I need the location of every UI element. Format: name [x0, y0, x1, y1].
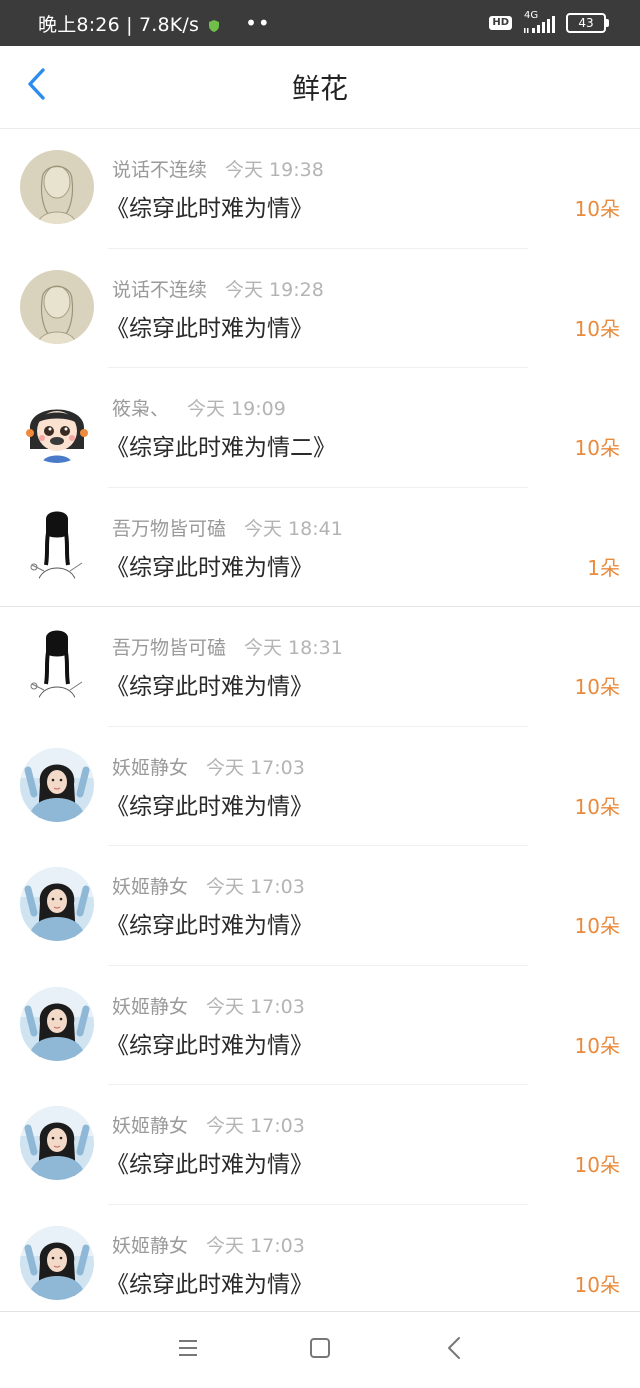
list-item[interactable]: 说话不连续 今天 19:38 《综穿此时难为情》 10朵 [0, 129, 640, 249]
user-name: 吾万物皆可磕 [112, 637, 227, 659]
menu-button[interactable] [168, 1330, 208, 1370]
list-item[interactable]: 妖姬静女 今天 17:03 《综穿此时难为情》 10朵 [0, 1085, 640, 1205]
list-item[interactable]: 吾万物皆可磕 今天 18:31 《综穿此时难为情》 10朵 [0, 607, 640, 727]
book-title[interactable]: 《综穿此时难为情》 [106, 787, 313, 821]
avatar[interactable] [20, 269, 94, 344]
avatar[interactable] [20, 986, 94, 1061]
list-item[interactable]: 说话不连续 今天 19:28 《综穿此时难为情》 10朵 [0, 249, 640, 368]
timestamp: 今天 18:31 [244, 637, 343, 659]
user-line: 吾万物皆可磕 今天 18:41 [112, 514, 343, 541]
book-title[interactable]: 《综穿此时难为情》 [106, 189, 313, 223]
book-title[interactable]: 《综穿此时难为情》 [106, 1026, 313, 1060]
system-back-button[interactable] [434, 1330, 474, 1370]
book-title[interactable]: 《综穿此时难为情》 [106, 548, 313, 582]
list-item[interactable]: 筱枭、 今天 19:09 《综穿此时难为情二》 10朵 [0, 368, 640, 488]
shield-icon [207, 16, 221, 32]
book-title[interactable]: 《综穿此时难为情二》 [106, 428, 336, 462]
status-bar: 晚上8:26 | 7.8K/s •• HD 4G 43 [0, 0, 640, 46]
avatar[interactable] [20, 747, 94, 822]
timestamp: 今天 17:03 [206, 1234, 305, 1257]
avatar[interactable] [20, 1225, 94, 1300]
user-line: 妖姬静女 今天 17:03 [112, 1231, 305, 1258]
flower-amount: 10朵 [574, 436, 620, 460]
timestamp: 今天 19:28 [225, 278, 324, 301]
list-item[interactable]: 妖姬静女 今天 17:03 《综穿此时难为情》 10朵 [0, 727, 640, 846]
user-name: 吾万物皆可磕 [112, 517, 227, 540]
battery-icon: 43 [566, 13, 609, 33]
user-name: 妖姬静女 [112, 756, 189, 779]
timestamp: 今天 17:03 [206, 995, 305, 1018]
avatar[interactable] [20, 389, 94, 463]
timestamp: 今天 19:38 [225, 159, 324, 181]
user-name: 妖姬静女 [112, 1115, 189, 1137]
flower-amount: 1朵 [587, 555, 620, 580]
menu-icon [177, 1339, 199, 1361]
flower-amount: 10朵 [574, 1272, 620, 1297]
signal-icon: 4G [522, 10, 556, 34]
flower-amount: 10朵 [574, 197, 620, 221]
avatar[interactable] [20, 867, 94, 941]
back-triangle-icon [446, 1336, 462, 1364]
avatar[interactable] [20, 508, 94, 583]
avatar[interactable] [20, 150, 94, 224]
book-title[interactable]: 《综穿此时难为情》 [106, 309, 313, 343]
home-square-icon [309, 1337, 331, 1363]
list-item[interactable]: 吾万物皆可磕 今天 18:41 《综穿此时难为情》 1朵 [0, 488, 640, 607]
user-line: 妖姬静女 今天 17:03 [112, 872, 305, 899]
timestamp: 今天 19:09 [187, 398, 286, 420]
user-name: 妖姬静女 [112, 876, 189, 898]
list-item[interactable]: 妖姬静女 今天 17:03 《综穿此时难为情》 10朵 [0, 846, 640, 966]
user-name: 说话不连续 [112, 278, 208, 301]
book-title[interactable]: 《综穿此时难为情》 [106, 1145, 313, 1179]
flower-amount: 10朵 [574, 675, 620, 699]
user-line: 筱枭、 今天 19:09 [112, 394, 286, 421]
user-name: 妖姬静女 [112, 995, 189, 1018]
timestamp: 今天 18:41 [244, 517, 343, 540]
avatar[interactable] [20, 628, 94, 702]
user-line: 妖姬静女 今天 17:03 [112, 753, 305, 780]
user-line: 妖姬静女 今天 17:03 [112, 992, 305, 1019]
header-bar: 鲜花 [0, 46, 640, 129]
flower-amount: 10朵 [574, 1153, 620, 1177]
battery-level: 43 [578, 16, 594, 30]
flower-record-list: 说话不连续 今天 19:38 《综穿此时难为情》 10朵 说话不连续 今天 19:2… [0, 129, 640, 1324]
avatar[interactable] [20, 1106, 94, 1180]
user-line: 吾万物皆可磕 今天 18:31 [112, 633, 343, 660]
book-title[interactable]: 《综穿此时难为情》 [106, 906, 313, 940]
status-left: 晚上8:26 | 7.8K/s •• [38, 0, 271, 46]
home-button[interactable] [300, 1330, 340, 1370]
user-line: 妖姬静女 今天 17:03 [112, 1111, 305, 1138]
list-item[interactable]: 妖姬静女 今天 17:03 《综穿此时难为情》 10朵 [0, 1205, 640, 1324]
flower-amount: 10朵 [574, 316, 620, 341]
system-nav-bar [0, 1311, 640, 1388]
status-time-speed: 晚上8:26 | 7.8K/s [38, 13, 200, 36]
status-right: HD 4G 43 [489, 0, 609, 46]
user-name: 筱枭、 [112, 398, 170, 420]
timestamp: 今天 17:03 [206, 876, 305, 898]
user-name: 说话不连续 [112, 159, 208, 181]
user-name: 妖姬静女 [112, 1234, 189, 1257]
hd-badge: HD [489, 16, 512, 30]
notification-dots: •• [245, 11, 271, 35]
book-title[interactable]: 《综穿此时难为情》 [106, 667, 313, 701]
page-title: 鲜花 [291, 72, 348, 105]
user-line: 说话不连续 今天 19:38 [112, 155, 324, 182]
book-title[interactable]: 《综穿此时难为情》 [106, 1265, 313, 1299]
flower-amount: 10朵 [574, 914, 620, 938]
user-line: 说话不连续 今天 19:28 [112, 275, 324, 302]
flower-amount: 10朵 [574, 794, 620, 819]
flower-amount: 10朵 [574, 1033, 620, 1058]
timestamp: 今天 17:03 [206, 1115, 305, 1137]
timestamp: 今天 17:03 [206, 756, 305, 779]
list-item[interactable]: 妖姬静女 今天 17:03 《综穿此时难为情》 10朵 [0, 966, 640, 1085]
